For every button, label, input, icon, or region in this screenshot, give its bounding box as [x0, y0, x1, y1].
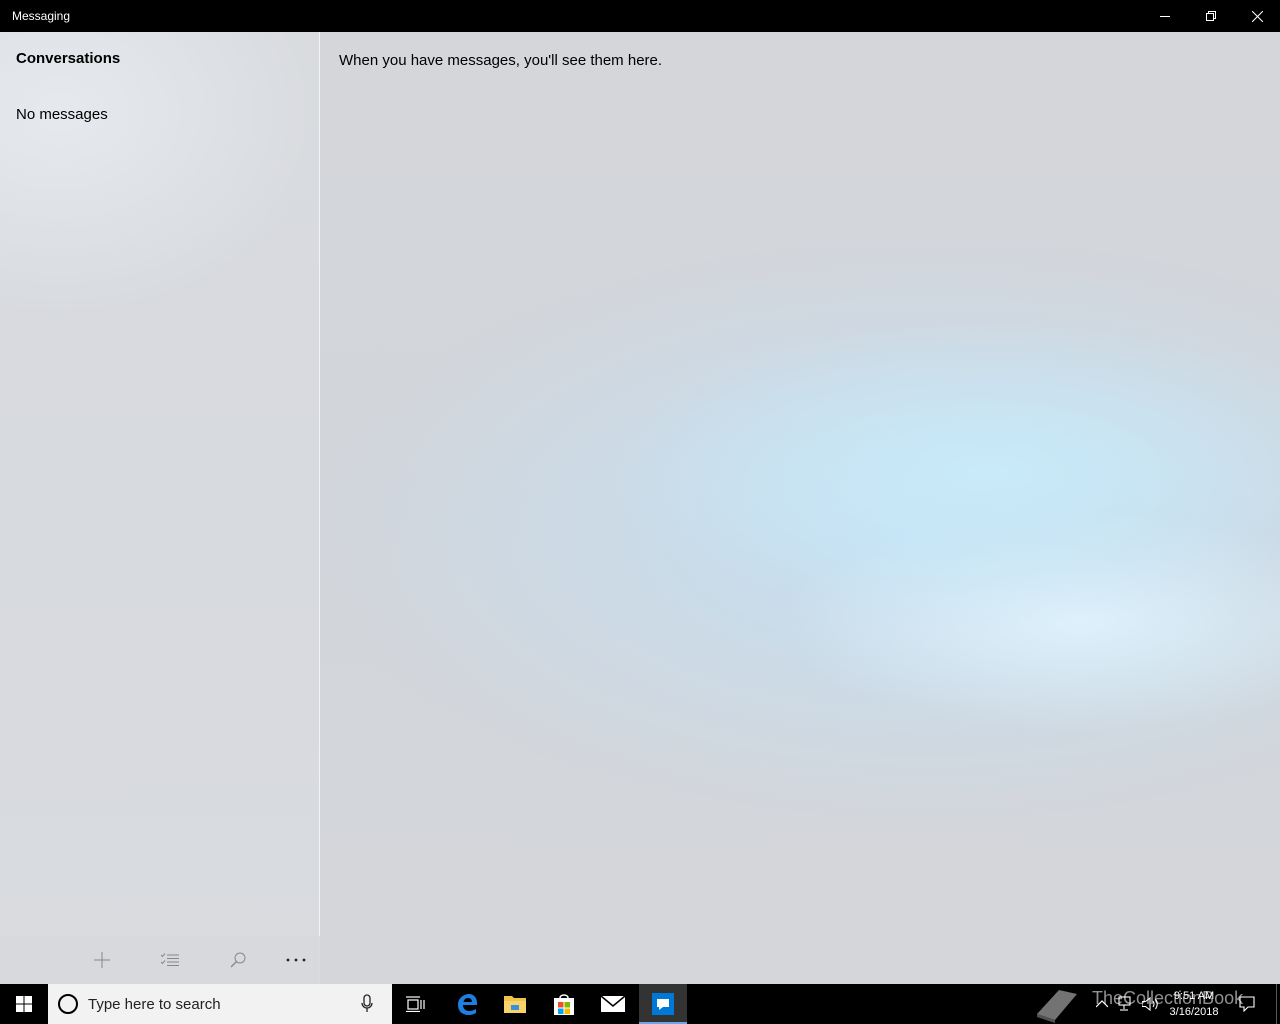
conversations-heading: Conversations	[16, 50, 121, 67]
clock-date: 3/16/2018	[1169, 1006, 1219, 1018]
mail-icon	[600, 995, 626, 1012]
restore-icon	[1206, 11, 1216, 21]
start-button[interactable]	[0, 984, 48, 1024]
search-button[interactable]	[214, 936, 262, 984]
volume-icon	[1142, 997, 1158, 1011]
store-bag-icon	[554, 994, 574, 1015]
network-icon	[1118, 996, 1131, 1011]
folder-icon	[504, 996, 526, 1013]
command-bar	[0, 936, 320, 984]
new-message-button[interactable]	[78, 936, 126, 984]
select-list-icon	[161, 953, 179, 966]
clock[interactable]: 9:51 AM 3/16/2018	[1164, 988, 1224, 1020]
search-placeholder: Type here to search	[88, 996, 221, 1013]
minimize-button[interactable]	[1142, 0, 1188, 32]
window-title: Messaging	[12, 9, 71, 23]
task-view-icon	[406, 996, 425, 1012]
task-view-button[interactable]	[392, 984, 440, 1024]
message-pane: When you have messages, you'll see them …	[321, 32, 1280, 984]
taskbar: Type here to search TheCollectionBook 9:…	[0, 984, 1280, 1024]
clock-time: 9:51 AM	[1173, 990, 1215, 1002]
more-icon	[286, 958, 306, 962]
microphone-icon[interactable]	[360, 994, 374, 1014]
title-bar: Messaging	[0, 0, 1280, 32]
select-button[interactable]	[146, 936, 194, 984]
close-icon	[1251, 10, 1263, 22]
restore-button[interactable]	[1188, 0, 1234, 32]
minimize-icon	[1160, 16, 1170, 17]
windows-logo-icon	[16, 996, 32, 1012]
edge-button[interactable]	[443, 984, 491, 1024]
action-center-button[interactable]	[1236, 984, 1258, 1024]
file-explorer-button[interactable]	[491, 984, 539, 1024]
taskbar-search-box[interactable]: Type here to search	[48, 984, 392, 1024]
search-icon	[230, 952, 246, 968]
watermark-book-icon	[1028, 984, 1084, 1024]
show-hidden-icons-button[interactable]	[1094, 984, 1110, 1024]
empty-message-text: When you have messages, you'll see them …	[339, 52, 663, 69]
conversations-pane: Conversations No messages	[0, 32, 320, 984]
plus-icon	[94, 952, 110, 968]
cortana-icon	[58, 994, 78, 1014]
more-button[interactable]	[272, 936, 320, 984]
show-desktop-button[interactable]	[1276, 984, 1277, 1024]
network-button[interactable]	[1116, 984, 1136, 1024]
messaging-taskbar-button[interactable]	[639, 984, 687, 1024]
close-button[interactable]	[1234, 0, 1280, 32]
store-button[interactable]	[540, 984, 588, 1024]
app-body: Conversations No messages When you have …	[0, 32, 1280, 984]
notification-icon	[1239, 996, 1255, 1012]
no-messages-label: No messages	[16, 106, 108, 123]
chevron-up-icon	[1096, 1000, 1108, 1008]
mail-button[interactable]	[589, 984, 637, 1024]
edge-icon	[458, 994, 477, 1015]
messaging-icon	[652, 993, 674, 1015]
volume-button[interactable]	[1140, 984, 1162, 1024]
